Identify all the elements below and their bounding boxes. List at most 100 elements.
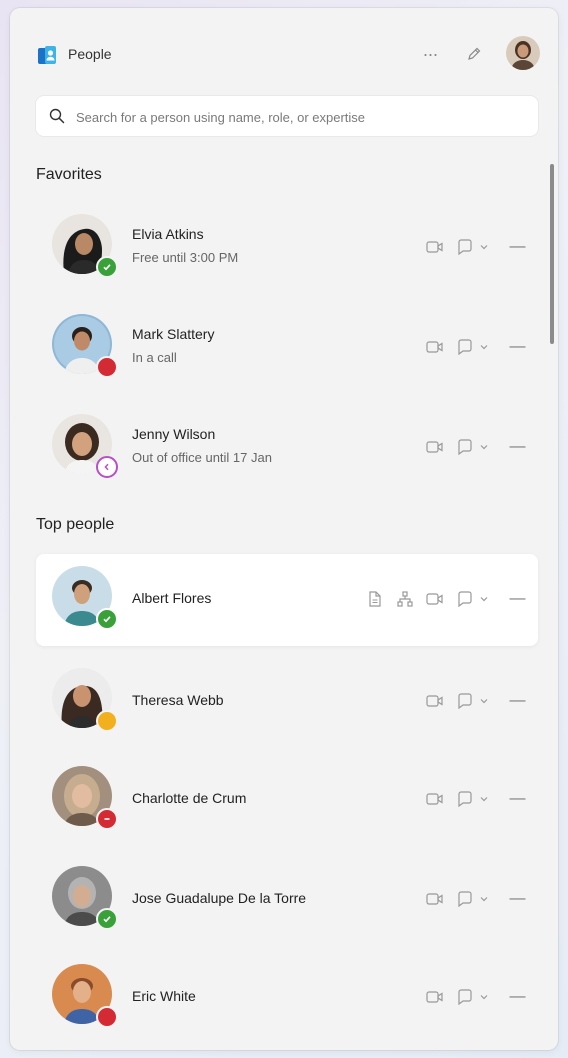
edit-button[interactable] xyxy=(462,42,486,66)
more-icon: — xyxy=(509,890,526,907)
presence-busy-icon xyxy=(96,356,118,378)
video-call-icon xyxy=(426,341,443,353)
more-options-button[interactable]: — xyxy=(504,788,530,810)
top-people-heading: Top people xyxy=(36,516,115,533)
video-call-button[interactable] xyxy=(424,986,446,1008)
chat-button[interactable] xyxy=(454,588,476,610)
row-actions: — xyxy=(356,584,530,614)
person-status: Free until 3:00 PM xyxy=(132,250,239,265)
chat-options-button[interactable] xyxy=(478,690,490,712)
chat-icon xyxy=(458,693,472,709)
chat-button[interactable] xyxy=(454,336,476,358)
org-chart-icon xyxy=(397,591,413,607)
chevron-down-icon xyxy=(480,797,488,802)
edit-icon xyxy=(468,47,481,60)
top-person-row-eric-white[interactable]: Eric White — xyxy=(36,952,538,1044)
video-call-button[interactable] xyxy=(424,690,446,712)
chat-button[interactable] xyxy=(454,986,476,1008)
presence-available-icon xyxy=(96,256,118,278)
files-button[interactable] xyxy=(364,588,386,610)
chat-icon xyxy=(458,439,472,455)
app-title: People xyxy=(68,46,112,62)
chat-icon xyxy=(458,239,472,255)
chevron-down-icon xyxy=(480,995,488,1000)
video-call-button[interactable] xyxy=(424,436,446,458)
chat-icon xyxy=(458,891,472,907)
person-name: Albert Flores xyxy=(132,590,212,606)
chat-button[interactable] xyxy=(454,690,476,712)
person-name: Elvia Atkins xyxy=(132,226,204,242)
person-name: Charlotte de Crum xyxy=(132,790,247,806)
more-options-button[interactable]: — xyxy=(504,436,530,458)
video-call-button[interactable] xyxy=(424,236,446,258)
person-name: Eric White xyxy=(132,988,196,1004)
row-actions: — xyxy=(416,332,530,362)
presence-out-of-office-icon xyxy=(96,456,118,478)
more-options-button[interactable]: — xyxy=(504,986,530,1008)
chevron-down-icon xyxy=(480,699,488,704)
scrollbar-thumb[interactable] xyxy=(550,164,554,344)
more-options-button[interactable]: — xyxy=(504,888,530,910)
file-icon xyxy=(369,591,381,607)
chat-button[interactable] xyxy=(454,788,476,810)
search-box[interactable] xyxy=(36,96,538,138)
video-call-icon xyxy=(426,991,443,1003)
video-call-button[interactable] xyxy=(424,788,446,810)
user-avatar[interactable] xyxy=(506,36,540,70)
chat-options-button[interactable] xyxy=(478,236,490,258)
chat-button[interactable] xyxy=(454,888,476,910)
chat-options-button[interactable] xyxy=(478,588,490,610)
person-name: Jose Guadalupe De la Torre xyxy=(132,890,307,906)
more-options-button[interactable]: — xyxy=(504,588,530,610)
more-icon: — xyxy=(509,692,526,709)
chat-options-button[interactable] xyxy=(478,436,490,458)
chat-options-button[interactable] xyxy=(478,788,490,810)
more-options-button[interactable]: — xyxy=(504,336,530,358)
top-person-row-charlotte-de-crum[interactable]: Charlotte de Crum — xyxy=(36,754,538,846)
video-call-icon xyxy=(426,893,443,905)
people-window: People ··· Favori xyxy=(10,8,558,1050)
video-call-button[interactable] xyxy=(424,888,446,910)
chat-options-button[interactable] xyxy=(478,986,490,1008)
more-icon: — xyxy=(509,590,526,607)
org-chart-button[interactable] xyxy=(394,588,416,610)
chevron-down-icon xyxy=(480,345,488,350)
chat-button[interactable] xyxy=(454,236,476,258)
more-icon: ··· xyxy=(422,43,439,64)
people-app-icon xyxy=(36,44,58,66)
row-actions: — xyxy=(416,232,530,262)
chevron-down-icon xyxy=(480,897,488,902)
chevron-down-icon xyxy=(480,445,488,450)
favorites-heading: Favorites xyxy=(36,166,102,183)
more-options-button[interactable]: ··· xyxy=(418,42,442,66)
more-icon: — xyxy=(509,790,526,807)
chevron-down-icon xyxy=(480,597,488,602)
top-person-row-jose-guadalupe[interactable]: Jose Guadalupe De la Torre — xyxy=(36,854,538,946)
presence-away-icon xyxy=(96,710,118,732)
presence-available-icon xyxy=(96,908,118,930)
more-options-button[interactable]: — xyxy=(504,690,530,712)
favorite-row-mark-slattery[interactable]: Mark Slattery In a call — xyxy=(36,302,538,394)
favorite-row-elvia-atkins[interactable]: Elvia Atkins Free until 3:00 PM — xyxy=(36,202,538,294)
chat-button[interactable] xyxy=(454,436,476,458)
chat-options-button[interactable] xyxy=(478,336,490,358)
search-input[interactable] xyxy=(74,96,528,138)
top-person-row-theresa-webb[interactable]: Theresa Webb — xyxy=(36,656,538,748)
more-icon: — xyxy=(509,438,526,455)
row-actions: — xyxy=(416,784,530,814)
top-person-row-albert-flores[interactable]: Albert Flores — xyxy=(36,554,538,646)
person-status: Out of office until 17 Jan xyxy=(132,450,272,465)
video-call-icon xyxy=(426,695,443,707)
title-bar: People ··· xyxy=(10,8,558,94)
more-icon: — xyxy=(509,238,526,255)
search-icon xyxy=(48,107,66,125)
video-call-icon xyxy=(426,241,443,253)
video-call-button[interactable] xyxy=(424,336,446,358)
video-call-button[interactable] xyxy=(424,588,446,610)
person-name: Jenny Wilson xyxy=(132,426,216,442)
presence-busy-icon xyxy=(96,1006,118,1028)
chat-options-button[interactable] xyxy=(478,888,490,910)
favorite-row-jenny-wilson[interactable]: Jenny Wilson Out of office until 17 Jan … xyxy=(36,402,538,494)
more-options-button[interactable]: — xyxy=(504,236,530,258)
chat-icon xyxy=(458,791,472,807)
